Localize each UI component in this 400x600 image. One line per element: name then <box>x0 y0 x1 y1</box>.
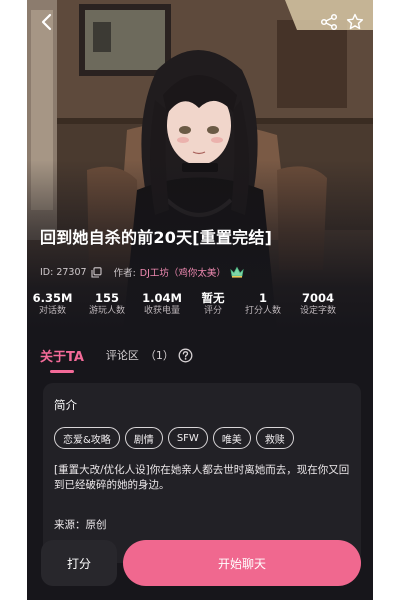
tag-chip[interactable]: SFW <box>167 427 208 449</box>
character-hero-image <box>27 0 373 330</box>
character-meta: ID: 27307 作者: DJ工坊（鸡你太美） <box>40 264 244 280</box>
question-circle-icon <box>178 348 193 362</box>
stat-value: 155 <box>94 291 119 305</box>
share-button[interactable] <box>317 10 341 34</box>
start-chat-label: 开始聊天 <box>217 556 266 571</box>
comments-count: （1） <box>144 349 174 362</box>
favorite-button[interactable] <box>343 10 367 34</box>
tag-chip[interactable]: 剧情 <box>124 427 163 449</box>
stat-value: 1.04M <box>142 291 182 305</box>
tab-comments-label: 评论区 <box>105 349 139 362</box>
stat-label: 设定字数 <box>299 306 336 316</box>
tag-chip[interactable]: 救赎 <box>255 427 294 449</box>
star-outline-icon <box>346 13 364 30</box>
stat-value: 暂无 <box>201 291 225 305</box>
stat-energy: 1.04M 收获电量 <box>138 291 186 318</box>
stat-label: 对话数 <box>38 306 66 316</box>
author-label: 作者: <box>113 268 136 279</box>
tag-list: 恋爱&攻略 剧情 SFW 唯美 救赎 <box>54 427 299 449</box>
stats-row: 6.35M 对话数 155 游玩人数 1.04M 收获电量 暂无 评分 1 打分… <box>33 291 344 318</box>
tag-chip[interactable]: 恋爱&攻略 <box>54 427 120 449</box>
stat-label: 游玩人数 <box>88 306 125 316</box>
copy-id-button[interactable] <box>91 266 102 278</box>
share-icon <box>320 13 338 31</box>
stat-setting-words: 7004 设定字数 <box>292 291 344 318</box>
stat-value: 7004 <box>301 291 334 305</box>
chevron-left-icon <box>41 13 52 31</box>
stat-label: 收获电量 <box>143 306 180 316</box>
author-badge <box>230 266 244 278</box>
intro-heading: 简介 <box>54 398 77 412</box>
start-chat-button[interactable]: 开始聊天 <box>123 540 361 586</box>
character-id: ID: 27307 <box>40 266 87 278</box>
help-button[interactable] <box>178 348 193 363</box>
app-screen: 回到她自杀的前20天[重置完结] ID: 27307 作者: DJ工坊（鸡你太美… <box>27 0 373 600</box>
stat-players: 155 游玩人数 <box>80 291 134 318</box>
tab-about[interactable]: 关于TA <box>40 346 84 373</box>
tab-about-label: 关于TA <box>40 350 84 365</box>
intro-card: 简介 恋爱&攻略 剧情 SFW 唯美 救赎 [重置大改/优化人设]你在她亲人都去… <box>43 383 361 563</box>
rate-button[interactable]: 打分 <box>41 540 117 586</box>
stat-value: 6.35M <box>32 291 73 305</box>
tag-chip[interactable]: 唯美 <box>212 427 251 449</box>
crown-badge-icon <box>230 266 244 278</box>
rate-button-label: 打分 <box>66 556 91 571</box>
stat-value: 1 <box>258 291 267 305</box>
intro-source: 来源：原创 <box>54 519 107 531</box>
detail-tabs: 关于TA 评论区 （1） <box>40 346 193 376</box>
copy-icon <box>91 266 102 278</box>
tab-comments[interactable]: 评论区 （1） <box>106 346 193 363</box>
stat-raters: 1 打分人数 <box>238 291 288 318</box>
character-title: 回到她自杀的前20天[重置完结] <box>40 228 273 247</box>
active-tab-indicator <box>50 370 74 373</box>
stat-rating: 暂无 评分 <box>198 291 228 318</box>
back-button[interactable] <box>35 10 59 34</box>
stat-label: 打分人数 <box>244 306 281 316</box>
author-name[interactable]: DJ工坊（鸡你太美） <box>140 265 226 279</box>
intro-description: [重置大改/优化人设]你在她亲人都去世时离她而去，现在你又回到已经破碎的她的身边… <box>54 464 350 491</box>
stat-dialogues: 6.35M 对话数 <box>32 291 73 318</box>
stat-label: 评分 <box>203 306 222 316</box>
